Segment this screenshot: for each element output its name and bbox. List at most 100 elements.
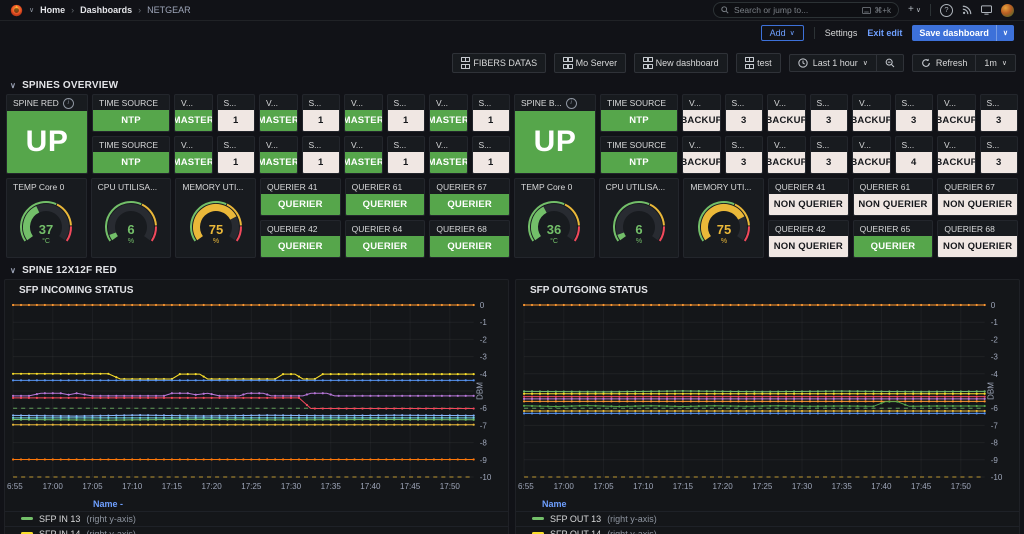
panel-title[interactable]: V...: [938, 95, 975, 110]
legend-name-header[interactable]: Name -: [5, 498, 508, 512]
info-icon[interactable]: i: [565, 97, 577, 109]
breadcrumb-home[interactable]: Home: [40, 5, 65, 15]
panel-title[interactable]: S...: [303, 95, 340, 110]
panel-title[interactable]: S...: [303, 137, 340, 152]
legend-item-sfp-in-13[interactable]: SFP IN 13 (right y-axis): [5, 512, 508, 527]
legend-item-sfp-in-14[interactable]: SFP IN 14 (right y-axis): [5, 527, 508, 534]
panel-title[interactable]: V...: [768, 95, 805, 110]
series-name[interactable]: SFP OUT 14: [550, 529, 601, 534]
panel-title[interactable]: V...: [853, 137, 890, 152]
panel-title[interactable]: V...: [853, 95, 890, 110]
panel-title[interactable]: QUERIER 61: [854, 179, 933, 194]
panel-title[interactable]: TEMP Core 0: [7, 179, 86, 194]
panel-title[interactable]: S...: [218, 95, 255, 110]
panel-title[interactable]: S...: [896, 137, 933, 152]
panel-title[interactable]: TIME SOURCE: [93, 137, 169, 152]
svg-text:17:35: 17:35: [832, 482, 853, 491]
panel-title[interactable]: QUERIER 68: [938, 221, 1017, 236]
panel-title[interactable]: V...: [430, 137, 467, 152]
refresh-interval-picker[interactable]: 1m ∨: [975, 54, 1015, 71]
panel-title[interactable]: QUERIER 64: [346, 221, 425, 236]
legend-name-header[interactable]: Name: [516, 498, 1019, 512]
panel-title[interactable]: QUERIER 68: [430, 221, 509, 236]
panel-title[interactable]: V...: [345, 95, 382, 110]
chart-title[interactable]: SFP OUTGOING STATUS: [516, 280, 1019, 297]
time-series-plot[interactable]: 6:55 17:00 17:05 17:10 17:15 17:20 17:25 17:30 1…: [5, 297, 508, 493]
panel-title[interactable]: TIME SOURCE: [93, 95, 169, 110]
legend-item-sfp-out-14[interactable]: SFP OUT 14 (right y-axis): [516, 527, 1019, 534]
panel-title[interactable]: S...: [388, 95, 425, 110]
monitor-icon[interactable]: [981, 5, 992, 15]
legend-item-sfp-out-13[interactable]: SFP OUT 13 (right y-axis): [516, 512, 1019, 527]
link-new-dashboard[interactable]: New dashboard: [634, 53, 728, 73]
panel-title[interactable]: SPINE RED i: [7, 95, 87, 111]
panel-title[interactable]: V...: [260, 95, 297, 110]
series-name[interactable]: SFP OUT 13: [550, 514, 601, 524]
info-icon[interactable]: i: [62, 97, 74, 109]
panel-title[interactable]: S...: [218, 137, 255, 152]
link-fibers-datas[interactable]: FIBERS DATAS: [451, 53, 547, 73]
panel-title[interactable]: S...: [981, 95, 1018, 110]
panel-title[interactable]: QUERIER 42: [261, 221, 340, 236]
panel-title[interactable]: S...: [981, 137, 1018, 152]
panel-title[interactable]: V...: [938, 137, 975, 152]
panel-title[interactable]: S...: [811, 137, 848, 152]
grafana-logo-icon[interactable]: [10, 4, 23, 17]
panel-title[interactable]: S...: [726, 95, 763, 110]
exit-edit-button[interactable]: Exit edit: [867, 28, 902, 38]
zoom-out-button[interactable]: [875, 54, 903, 71]
panel-title[interactable]: V...: [683, 95, 720, 110]
panel-title[interactable]: S...: [726, 137, 763, 152]
panel-title[interactable]: S...: [473, 137, 510, 152]
panel-title[interactable]: V...: [768, 137, 805, 152]
org-switcher-caret-icon[interactable]: ∨: [29, 6, 34, 14]
panel-title[interactable]: CPU UTILISA...: [600, 179, 679, 194]
section-spines-overview[interactable]: ∨ SPINES OVERVIEW: [10, 80, 1024, 91]
value-tile: NON QUERIER: [768, 235, 848, 257]
panel-title[interactable]: QUERIER 41: [769, 179, 848, 194]
search-input[interactable]: Search or jump to... ⌘+k: [713, 2, 900, 18]
save-dashboard-button[interactable]: Save dashboard ∨: [912, 25, 1014, 41]
panel-title[interactable]: V...: [430, 95, 467, 110]
time-series-plot[interactable]: 6:55 17:00 17:05 17:10 17:15 17:20 17:25 17:30 1…: [516, 297, 1019, 493]
section-spine-12x12f-red[interactable]: ∨ SPINE 12X12F RED: [10, 265, 1024, 276]
panel-title[interactable]: QUERIER 61: [346, 179, 425, 194]
user-avatar[interactable]: [1001, 3, 1014, 17]
panel-title[interactable]: S...: [811, 95, 848, 110]
panel-title[interactable]: V...: [260, 137, 297, 152]
news-rss-icon[interactable]: [962, 5, 972, 15]
panel-title[interactable]: S...: [473, 95, 510, 110]
panel-title[interactable]: S...: [896, 95, 933, 110]
panel-title[interactable]: V...: [175, 137, 212, 152]
panel-title[interactable]: TEMP Core 0: [515, 179, 594, 194]
settings-button[interactable]: Settings: [825, 28, 858, 38]
svg-text:17:40: 17:40: [360, 482, 381, 491]
panel-title[interactable]: QUERIER 41: [261, 179, 340, 194]
add-panel-button[interactable]: Add ∨: [760, 25, 804, 41]
help-icon[interactable]: ?: [940, 3, 953, 17]
chart-title[interactable]: SFP INCOMING STATUS: [5, 280, 508, 297]
panel-title[interactable]: CPU UTILISA...: [92, 179, 171, 194]
panel-title[interactable]: TIME SOURCE: [601, 137, 677, 152]
panel-title[interactable]: QUERIER 65: [854, 221, 933, 236]
add-menu-button[interactable]: + ∨: [908, 5, 921, 15]
panel-title[interactable]: QUERIER 42: [769, 221, 848, 236]
refresh-button[interactable]: Refresh: [913, 55, 976, 71]
panel-title[interactable]: MEMORY UTI...: [176, 179, 255, 194]
panel-title[interactable]: MEMORY UTI...: [684, 179, 763, 194]
link-mo-server[interactable]: Mo Server: [554, 53, 627, 73]
panel-title[interactable]: S...: [388, 137, 425, 152]
save-dashboard-caret-icon[interactable]: ∨: [995, 25, 1014, 41]
panel-title[interactable]: V...: [345, 137, 382, 152]
series-name[interactable]: SFP IN 13: [39, 514, 80, 524]
panel-title[interactable]: SPINE B... i: [515, 95, 595, 111]
time-range-picker[interactable]: Last 1 hour ∨: [790, 55, 876, 71]
panel-title[interactable]: QUERIER 67: [938, 179, 1017, 194]
series-name[interactable]: SFP IN 14: [39, 529, 80, 534]
breadcrumb-dashboards[interactable]: Dashboards: [80, 5, 132, 15]
panel-title[interactable]: QUERIER 67: [430, 179, 509, 194]
link-test[interactable]: test: [735, 53, 781, 73]
panel-title[interactable]: TIME SOURCE: [601, 95, 677, 110]
panel-title[interactable]: V...: [175, 95, 212, 110]
panel-title[interactable]: V...: [683, 137, 720, 152]
